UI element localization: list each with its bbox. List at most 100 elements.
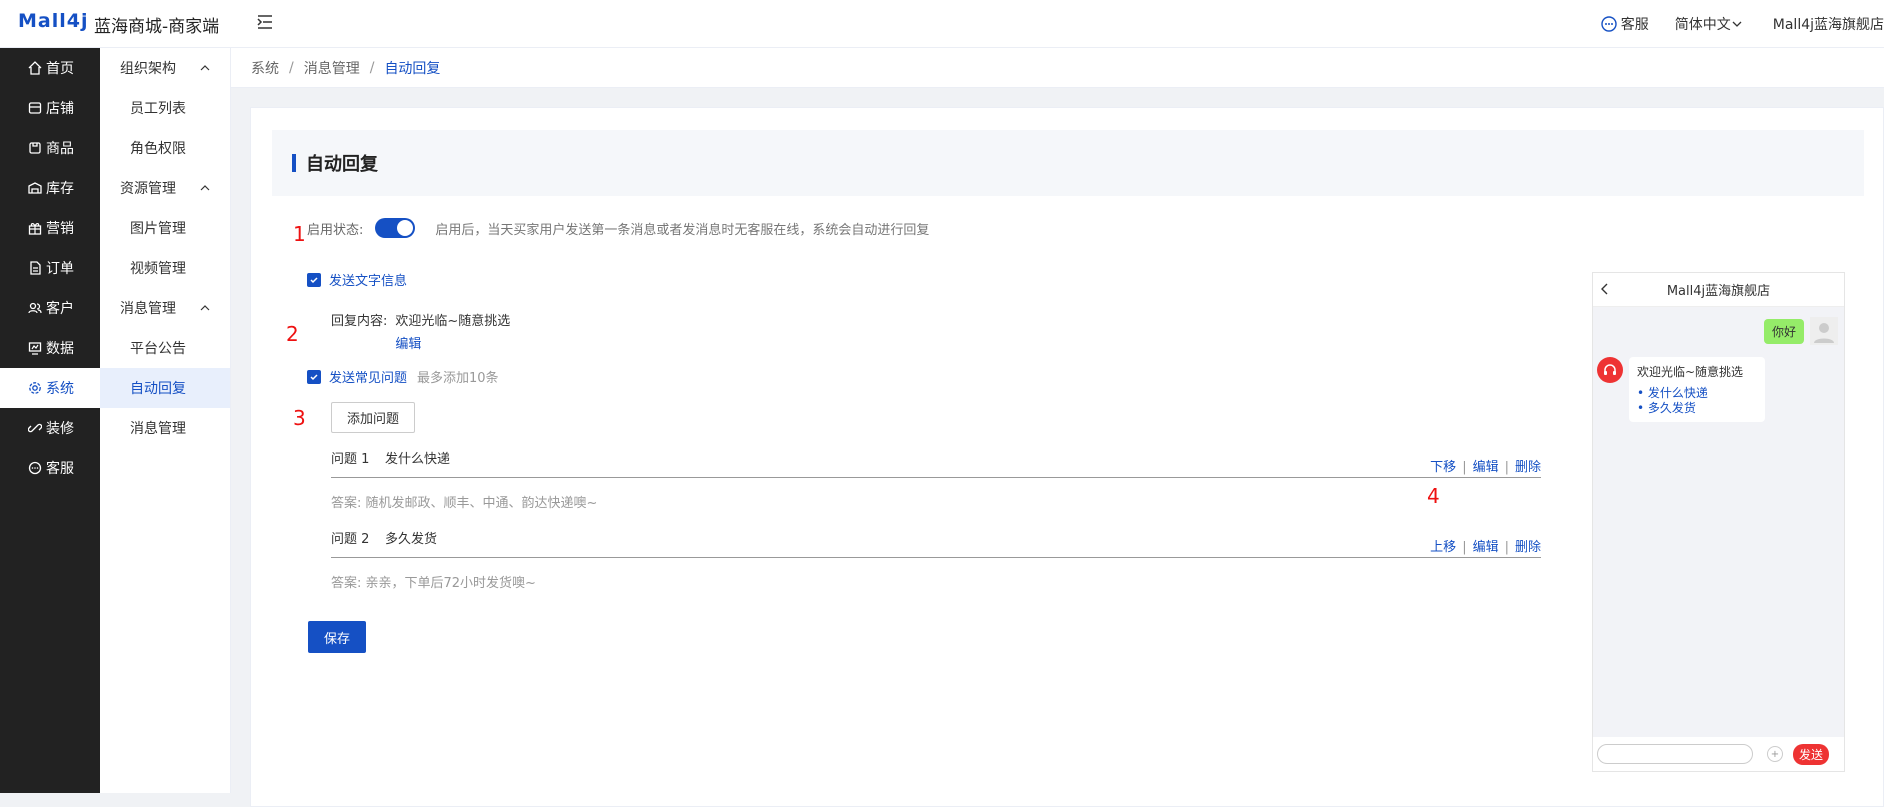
page-title: 自动回复 [306,154,378,175]
stock-icon [28,182,42,194]
submenu-item-message-manage[interactable]: 消息管理 [100,408,230,448]
send-text-row: 发送文字信息 [307,270,407,289]
faq-link-1[interactable]: • 发什么快递 [1637,386,1757,401]
sidebar-item-service[interactable]: 客服 [0,448,100,488]
sidebar-item-product[interactable]: 商品 [0,128,100,168]
preview-shop-name: Mall4j蓝海旗舰店 [1666,284,1771,299]
menu-toggle-icon[interactable] [256,13,274,31]
delete-question-button[interactable]: 删除 [1515,540,1541,555]
send-text-checkbox[interactable] [307,272,321,287]
order-icon [30,261,41,275]
faq-link-2[interactable]: • 多久发货 [1637,401,1757,416]
submenu-group-resource[interactable]: 资源管理 [100,168,230,208]
gift-icon [28,223,42,235]
save-button[interactable]: 保存 [308,621,366,653]
annotation-1: 1 [293,222,306,246]
plus-icon[interactable]: + [1767,746,1783,762]
annotation-3: 3 [293,406,306,430]
submenu-item-auto-reply[interactable]: 自动回复 [100,368,230,408]
chevron-up-icon [200,305,210,311]
top-bar: Mall4j 蓝海商城-商家端 客服 简体中文 Mall4j蓝海旗舰店 [0,0,1884,48]
status-row: 启用状态: 启用后，当天买家用户发送第一条消息或者发消息时无客服在线，系统会自动… [307,218,929,238]
status-label: 启用状态: [307,222,364,238]
headset-icon [1604,364,1616,375]
reply-value: 欢迎光临~随意挑选 [395,314,511,329]
question-title: 多久发货 [385,532,438,547]
sidebar-item-system[interactable]: 系统 [0,368,100,408]
edit-question-button[interactable]: 编辑 [1473,540,1499,555]
submenu-item-roles[interactable]: 角色权限 [100,128,230,168]
move-down-button[interactable]: 下移 [1430,460,1456,475]
reply-edit-link[interactable]: 编辑 [395,333,510,352]
chat-icon [28,461,42,475]
sidebar-item-home[interactable]: 首页 [0,48,100,88]
preview-input-bar: + 发送 [1593,737,1844,771]
back-arrow-icon[interactable] [1599,282,1611,296]
chevron-down-icon [1732,21,1742,27]
incoming-message: 欢迎光临~随意挑选 • 发什么快递 • 多久发货 [1597,357,1765,422]
sidebar-item-data[interactable]: 数据 [0,328,100,368]
question-title: 发什么快递 [385,452,451,467]
question-ops: 上移 | 编辑 | 删除 [1430,540,1541,555]
user-avatar-icon [1810,317,1838,345]
reply-label: 回复内容: [331,314,388,329]
send-faq-row: 发送常见问题 最多添加10条 [307,367,499,386]
submenu-item-images[interactable]: 图片管理 [100,208,230,248]
shop-name-label: Mall4j蓝海旗舰店 [1772,17,1884,33]
outgoing-message: 你好 [1763,317,1838,345]
question-answer: 答案: 亲亲，下单后72小时发货噢~ [331,576,536,591]
customer-service-label: 客服 [1620,17,1649,33]
submenu-group-org[interactable]: 组织架构 [100,48,230,88]
page-title-bar: 自动回复 [272,130,1864,196]
sidebar-item-stock[interactable]: 库存 [0,168,100,208]
primary-sidebar: 首页 店铺 商品 库存 营销 订单 客户 数据 系统 装修 客服 [0,48,100,793]
submenu-item-videos[interactable]: 视频管理 [100,248,230,288]
incoming-bubble: 欢迎光临~随意挑选 • 发什么快递 • 多久发货 [1629,357,1765,422]
breadcrumb-system[interactable]: 系统 [251,58,279,78]
chart-icon [28,342,42,355]
language-select[interactable]: 简体中文 [1675,14,1747,34]
send-text-label[interactable]: 发送文字信息 [329,270,407,289]
send-faq-label[interactable]: 发送常见问题 [329,367,407,386]
sidebar-item-marketing[interactable]: 营销 [0,208,100,248]
status-hint: 启用后，当天买家用户发送第一条消息或者发消息时无客服在线，系统会自动进行回复 [435,222,930,238]
add-question-button[interactable]: 添加问题 [331,402,415,433]
chevron-up-icon [200,185,210,191]
preview-message-input[interactable] [1597,744,1753,764]
main-content: 自动回复 1 2 3 4 启用状态: 启用后，当天买家用户发送第一条消息或者发消… [250,107,1884,807]
check-icon [310,373,318,380]
status-toggle[interactable] [375,218,416,238]
question-answer: 答案: 随机发邮政、顺丰、中通、韵达快递噢~ [331,496,598,511]
breadcrumb-message[interactable]: 消息管理 [304,58,360,78]
incoming-text: 欢迎光临~随意挑选 [1637,365,1744,379]
check-icon [310,276,318,283]
question-ops: 下移 | 编辑 | 删除 [1430,460,1541,475]
send-button[interactable]: 发送 [1793,743,1830,765]
sidebar-item-decorate[interactable]: 装修 [0,408,100,448]
send-faq-checkbox[interactable] [307,369,321,384]
submenu-item-staff[interactable]: 员工列表 [100,88,230,128]
shop-name[interactable]: Mall4j蓝海旗舰店 [1773,14,1884,34]
delete-question-button[interactable]: 删除 [1515,460,1541,475]
submenu-item-announcement[interactable]: 平台公告 [100,328,230,368]
customer-service-button[interactable]: 客服 [1601,14,1649,34]
users-icon [28,302,42,314]
sidebar-item-shop[interactable]: 店铺 [0,88,100,128]
breadcrumb: 系统 / 消息管理 / 自动回复 [231,48,1884,88]
preview-header: Mall4j蓝海旗舰店 [1593,273,1844,307]
edit-question-button[interactable]: 编辑 [1473,460,1499,475]
breadcrumb-current: 自动回复 [384,60,441,77]
reply-content: 回复内容: 欢迎光临~随意挑选 编辑 [331,310,510,352]
question-item: 问题 1 发什么快递 下移 | 编辑 | 删除 答案: 随机发邮政、顺丰、中通、韵达快递… [331,448,1541,511]
service-avatar [1597,357,1623,383]
sidebar-item-order[interactable]: 订单 [0,248,100,288]
outgoing-bubble: 你好 [1763,318,1804,344]
secondary-sidebar: 组织架构 员工列表 角色权限 资源管理 图片管理 视频管理 消息管理 平台公告 … [100,48,231,793]
sidebar-item-customer[interactable]: 客户 [0,288,100,328]
chat-preview: Mall4j蓝海旗舰店 你好 欢迎光临~随意挑选 • 发什么快递 • 多久发货 … [1592,272,1845,772]
chevron-up-icon [200,65,210,71]
submenu-group-message[interactable]: 消息管理 [100,288,230,328]
move-up-button[interactable]: 上移 [1430,540,1456,555]
question-item: 问题 2 多久发货 上移 | 编辑 | 删除 答案: 亲亲，下单后72小时发货噢~ [331,528,1541,591]
faq-limit-hint: 最多添加10条 [417,371,499,386]
